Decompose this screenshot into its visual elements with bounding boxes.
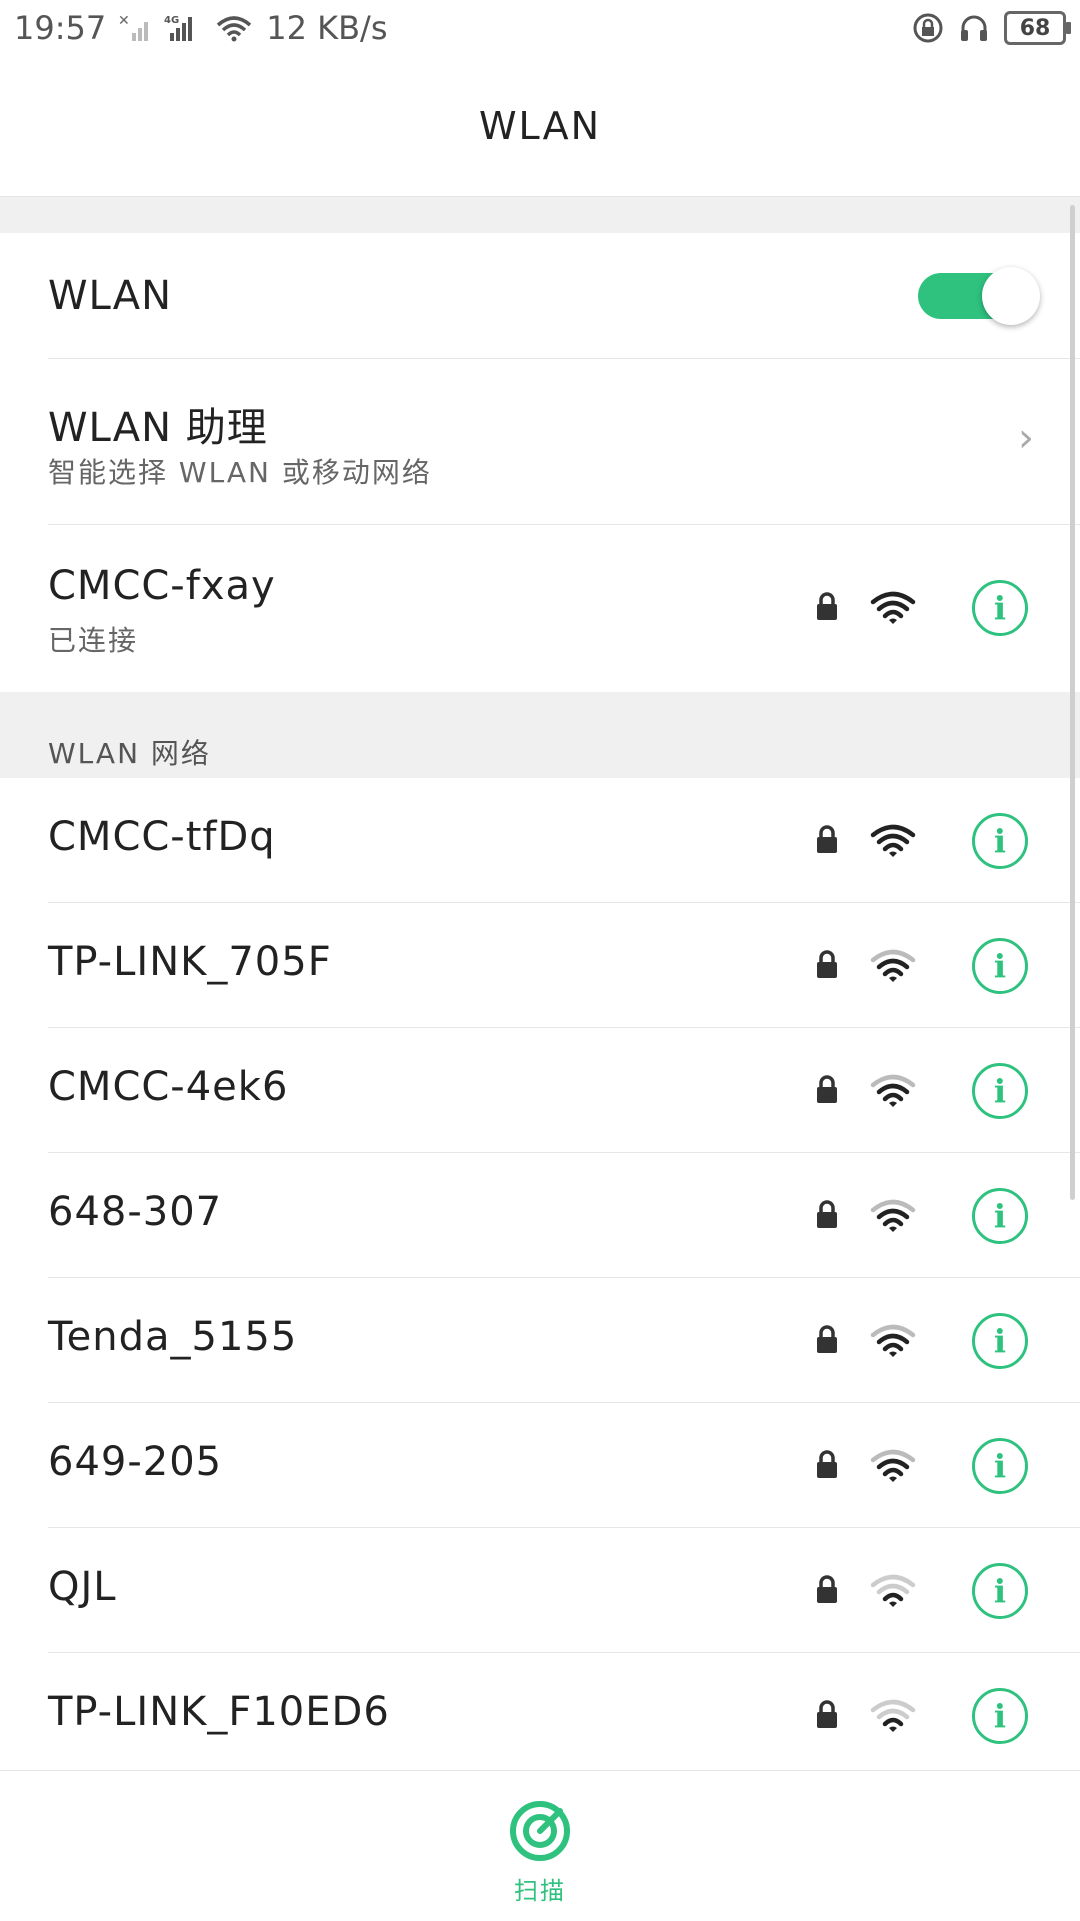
wifi-signal-icon — [870, 589, 916, 629]
info-icon[interactable]: i — [972, 813, 1028, 869]
network-speed: 12 KB/s — [266, 9, 388, 47]
network-ssid: CMCC-tfDq — [48, 814, 276, 860]
network-ssid: CMCC-4ek6 — [48, 1064, 289, 1110]
network-ssid: 648-307 — [48, 1189, 223, 1235]
network-row[interactable]: 649-205 i — [0, 1403, 1080, 1528]
network-ssid: QJL — [48, 1564, 117, 1610]
wlan-toggle-row[interactable]: WLAN — [0, 233, 1080, 359]
wlan-toggle-label: WLAN — [48, 273, 173, 319]
scan-radar-icon — [510, 1801, 570, 1861]
info-icon[interactable]: i — [972, 580, 1028, 636]
wifi-signal-icon — [870, 1322, 916, 1362]
wifi-status-icon — [214, 13, 254, 43]
wifi-signal-icon — [870, 1572, 916, 1612]
networks-section-title: WLAN 网络 — [48, 737, 211, 770]
status-bar: 19:57 ✕ 4G 12 KB/s 68 — [0, 0, 1080, 56]
info-icon[interactable]: i — [972, 1688, 1028, 1744]
lock-icon — [816, 824, 838, 858]
chevron-right-icon: › — [1018, 415, 1034, 461]
lock-icon — [816, 1324, 838, 1358]
wifi-signal-icon — [870, 1697, 916, 1737]
lock-icon — [816, 1074, 838, 1108]
wlan-assistant-subtitle: 智能选择 WLAN 或移动网络 — [48, 456, 432, 489]
wlan-assistant-title: WLAN 助理 — [48, 405, 268, 451]
bottom-bar: 扫描 — [0, 1770, 1080, 1921]
svg-text:✕: ✕ — [118, 13, 130, 29]
section-spacer — [0, 197, 1080, 233]
network-row[interactable]: Tenda_5155 i — [0, 1278, 1080, 1403]
network-row[interactable]: CMCC-tfDq i — [0, 778, 1080, 903]
wifi-signal-icon — [870, 1072, 916, 1112]
info-icon[interactable]: i — [972, 1438, 1028, 1494]
network-ssid: TP-LINK_F10ED6 — [48, 1689, 390, 1735]
info-icon[interactable]: i — [972, 938, 1028, 994]
info-icon[interactable]: i — [972, 1313, 1028, 1369]
scan-button[interactable]: 扫描 — [500, 1799, 580, 1909]
lock-icon — [816, 1199, 838, 1233]
network-row[interactable]: TP-LINK_705F i — [0, 903, 1080, 1028]
scan-label: 扫描 — [514, 1877, 566, 1905]
page-title: WLAN — [0, 56, 1080, 197]
wifi-signal-icon — [870, 1447, 916, 1487]
wifi-signal-icon — [870, 822, 916, 862]
rotation-lock-icon — [912, 12, 944, 44]
network-row[interactable]: TP-LINK_F10ED6 i — [0, 1653, 1080, 1778]
switch-knob — [982, 267, 1040, 325]
connected-network-row[interactable]: CMCC-fxay 已连接 i — [0, 525, 1080, 692]
no-signal-icon: ✕ — [118, 13, 152, 43]
lock-icon — [816, 1574, 838, 1608]
status-time: 19:57 — [14, 9, 107, 47]
lock-icon — [816, 591, 838, 625]
networks-section-header: WLAN 网络 — [0, 692, 1080, 778]
info-icon[interactable]: i — [972, 1563, 1028, 1619]
wifi-signal-icon — [870, 1197, 916, 1237]
connected-status: 已连接 — [48, 624, 139, 657]
cellular-4g-icon: 4G — [164, 13, 202, 43]
network-ssid: TP-LINK_705F — [48, 939, 332, 985]
headphones-icon — [958, 12, 990, 44]
lock-icon — [816, 1449, 838, 1483]
lock-icon — [816, 1699, 838, 1733]
network-row[interactable]: QJL i — [0, 1528, 1080, 1653]
info-icon[interactable]: i — [972, 1063, 1028, 1119]
network-row[interactable]: 648-307 i — [0, 1153, 1080, 1278]
wlan-switch[interactable] — [918, 267, 1040, 325]
lock-icon — [816, 949, 838, 983]
network-ssid: Tenda_5155 — [48, 1314, 298, 1360]
scrollbar[interactable] — [1070, 205, 1075, 1200]
battery-icon: 68 — [1004, 11, 1071, 45]
wlan-assistant-row[interactable]: WLAN 助理 智能选择 WLAN 或移动网络 › — [0, 359, 1080, 525]
wifi-signal-icon — [870, 947, 916, 987]
network-row[interactable]: CMCC-4ek6 i — [0, 1028, 1080, 1153]
connected-ssid: CMCC-fxay — [48, 563, 276, 609]
svg-text:4G: 4G — [164, 15, 179, 26]
network-ssid: 649-205 — [48, 1439, 223, 1485]
info-icon[interactable]: i — [972, 1188, 1028, 1244]
